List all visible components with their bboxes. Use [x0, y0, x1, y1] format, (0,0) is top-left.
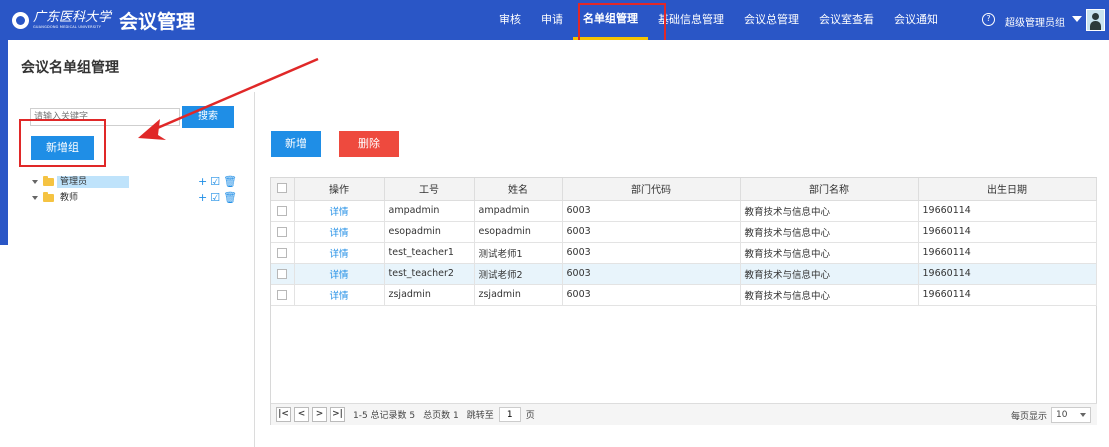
- table-header-row: 操作 工号 姓名 部门代码 部门名称 出生日期: [271, 178, 1097, 201]
- row-checkbox[interactable]: [277, 289, 288, 300]
- column-header: 部门名称: [740, 178, 919, 201]
- table-row[interactable]: 详情 ampadmin ampadmin 6003 教育技术与信息中心 1966…: [271, 200, 1097, 222]
- row-checkbox[interactable]: [277, 268, 288, 279]
- cell-dept-name: 教育技术与信息中心: [740, 263, 919, 285]
- new-button[interactable]: 新增: [271, 131, 321, 157]
- cell-dept-code: 6003: [562, 284, 741, 306]
- members-table: 操作 工号 姓名 部门代码 部门名称 出生日期 详情 ampadmin ampa…: [270, 177, 1097, 425]
- cell-id: ampadmin: [384, 200, 475, 222]
- next-page-button[interactable]: >: [312, 407, 327, 422]
- select-all-checkbox[interactable]: [271, 178, 295, 201]
- cell-birth-date: 19660114: [918, 221, 1097, 243]
- cell-name: esopadmin: [474, 221, 563, 243]
- cell-dept-code: 6003: [562, 263, 741, 285]
- cell-name: ampadmin: [474, 200, 563, 222]
- cell-id: test_teacher1: [384, 242, 475, 264]
- cell-id: esopadmin: [384, 221, 475, 243]
- table-row[interactable]: 详情 test_teacher2 测试老师2 6003 教育技术与信息中心 19…: [271, 263, 1097, 285]
- column-header: 姓名: [474, 178, 563, 201]
- column-header: 工号: [384, 178, 475, 201]
- details-link[interactable]: 详情: [294, 200, 385, 222]
- cell-name: 测试老师2: [474, 263, 563, 285]
- page-number-input[interactable]: [498, 407, 521, 422]
- cell-birth-date: 19660114: [918, 200, 1097, 222]
- cell-dept-name: 教育技术与信息中心: [740, 200, 919, 222]
- column-header: 部门代码: [562, 178, 741, 201]
- page-size-label: 每页显示: [1010, 412, 1047, 422]
- column-header: 出生日期: [918, 178, 1097, 201]
- table-row[interactable]: 详情 esopadmin esopadmin 6003 教育技术与信息中心 19…: [271, 221, 1097, 243]
- chevron-down-icon[interactable]: [1080, 413, 1086, 417]
- column-header: 操作: [294, 178, 385, 201]
- first-page-button[interactable]: |<: [276, 407, 291, 422]
- cell-dept-code: 6003: [562, 221, 741, 243]
- table-row[interactable]: 详情 zsjadmin zsjadmin 6003 教育技术与信息中心 1966…: [271, 284, 1097, 306]
- cell-id: zsjadmin: [384, 284, 475, 306]
- page-size-value: 10: [1056, 410, 1068, 420]
- cell-dept-code: 6003: [562, 200, 741, 222]
- pagination-bar: |< < > >| 1-5 总记录数 5 总页数 1 跳转至 页 每页显示 10: [271, 403, 1097, 425]
- cell-dept-name: 教育技术与信息中心: [740, 221, 919, 243]
- details-link[interactable]: 详情: [294, 221, 385, 243]
- record-range-text: 1-5 总记录数 5: [353, 411, 416, 421]
- cell-name: 测试老师1: [474, 242, 563, 264]
- cell-dept-name: 教育技术与信息中心: [740, 284, 919, 306]
- page-unit-label: 页: [525, 411, 535, 421]
- cell-dept-name: 教育技术与信息中心: [740, 242, 919, 264]
- delete-button[interactable]: 删除: [339, 131, 399, 157]
- total-pages-text: 总页数 1: [423, 411, 459, 421]
- details-link[interactable]: 详情: [294, 242, 385, 264]
- row-checkbox[interactable]: [277, 247, 288, 258]
- table-row[interactable]: 详情 test_teacher1 测试老师1 6003 教育技术与信息中心 19…: [271, 242, 1097, 264]
- cell-birth-date: 19660114: [918, 284, 1097, 306]
- last-page-button[interactable]: >|: [330, 407, 345, 422]
- prev-page-button[interactable]: <: [294, 407, 309, 422]
- cell-name: zsjadmin: [474, 284, 563, 306]
- details-link[interactable]: 详情: [294, 284, 385, 306]
- page-size-select[interactable]: 10: [1051, 407, 1091, 423]
- details-link[interactable]: 详情: [294, 263, 385, 285]
- cell-id: test_teacher2: [384, 263, 475, 285]
- cell-birth-date: 19660114: [918, 263, 1097, 285]
- row-checkbox[interactable]: [277, 226, 288, 237]
- cell-birth-date: 19660114: [918, 242, 1097, 264]
- cell-dept-code: 6003: [562, 242, 741, 264]
- row-checkbox[interactable]: [277, 205, 288, 216]
- checkbox[interactable]: [277, 183, 288, 194]
- jump-label: 跳转至: [466, 411, 494, 421]
